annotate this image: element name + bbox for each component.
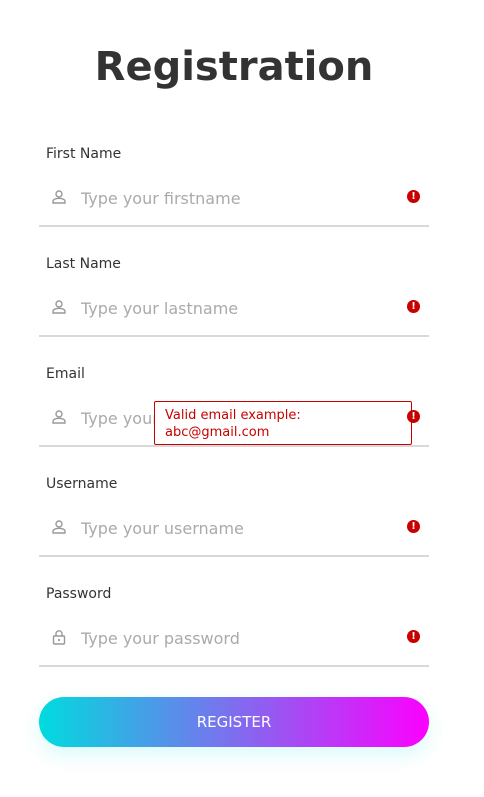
- register-button[interactable]: REGISTER: [39, 697, 429, 747]
- field-underline: [39, 665, 429, 667]
- username-input-row: !: [39, 501, 429, 555]
- alert-icon: !: [407, 190, 420, 203]
- first-name-input-row: !: [39, 171, 429, 225]
- first-name-input[interactable]: [81, 185, 391, 211]
- username-input[interactable]: [81, 515, 391, 541]
- field-underline: [39, 335, 429, 337]
- last-name-label: Last Name: [46, 256, 121, 272]
- user-icon: [52, 410, 66, 424]
- user-icon: [52, 190, 66, 204]
- last-name-input-row: !: [39, 281, 429, 335]
- last-name-input[interactable]: [81, 295, 391, 321]
- alert-icon: !: [407, 410, 420, 423]
- last-name-field: Last Name !: [39, 255, 429, 345]
- password-input-row: !: [39, 611, 429, 665]
- email-label: Email: [46, 366, 85, 382]
- field-underline: [39, 445, 429, 447]
- user-icon: [52, 300, 66, 314]
- alert-icon: !: [407, 630, 420, 643]
- username-label: Username: [46, 476, 118, 492]
- lock-icon: [52, 630, 66, 645]
- email-validation-tooltip: Valid email example: abc@gmail.com: [154, 401, 412, 445]
- tooltip-line: Valid email example:: [165, 408, 301, 423]
- username-field: Username !: [39, 475, 429, 565]
- password-field: Password !: [39, 585, 429, 675]
- first-name-field: First Name !: [39, 145, 429, 235]
- page-title: Registration: [94, 44, 374, 90]
- alert-icon: !: [407, 520, 420, 533]
- alert-icon: !: [407, 300, 420, 313]
- tooltip-line: abc@gmail.com: [165, 425, 270, 440]
- email-field: Email Valid email example: abc@gmail.com…: [39, 365, 429, 455]
- password-label: Password: [46, 586, 112, 602]
- first-name-label: First Name: [46, 146, 122, 162]
- password-input[interactable]: [81, 625, 391, 651]
- field-underline: [39, 555, 429, 557]
- email-input-row: Valid email example: abc@gmail.com !: [39, 391, 429, 445]
- user-icon: [52, 520, 66, 534]
- field-underline: [39, 225, 429, 227]
